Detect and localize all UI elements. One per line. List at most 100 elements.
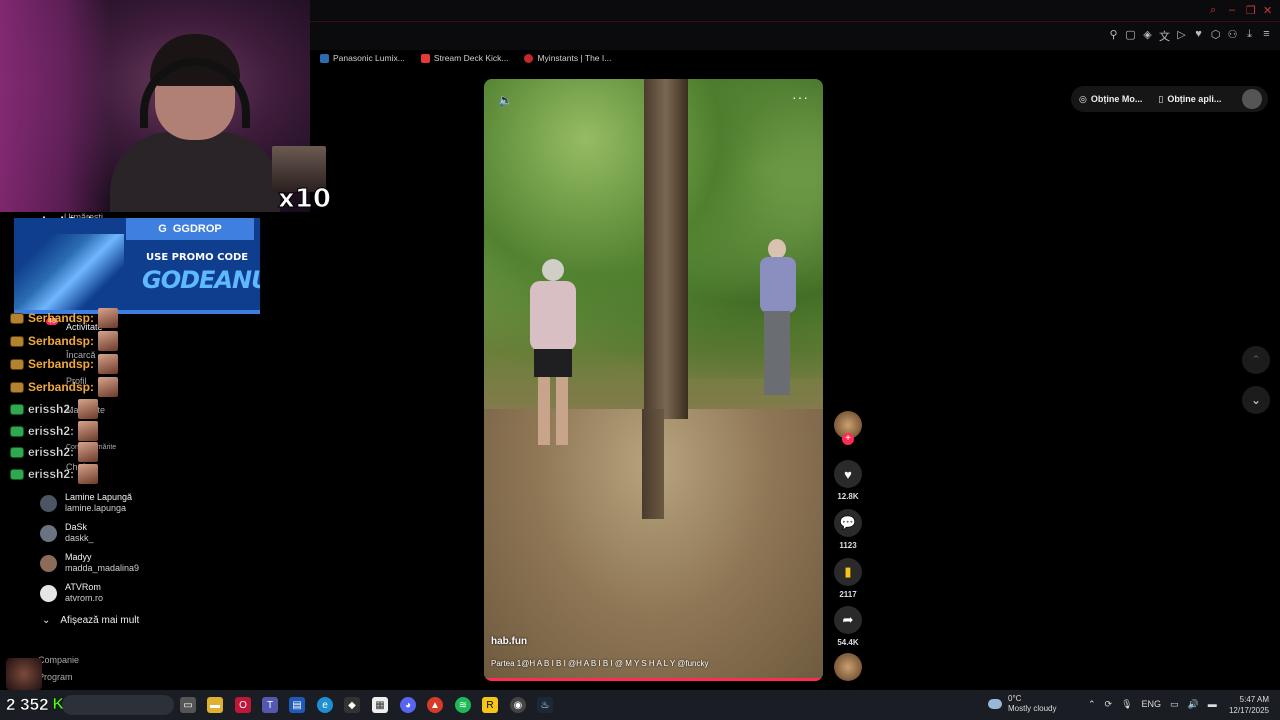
steam-icon[interactable]: ♨ xyxy=(537,697,553,713)
music-disc-button[interactable] xyxy=(832,653,864,681)
youtube-icon xyxy=(420,53,430,63)
following-item[interactable]: DaSk daskk_ xyxy=(40,522,94,544)
task-view-icon[interactable]: ▭ xyxy=(180,697,196,713)
next-video-button[interactable]: ⌄ xyxy=(1242,386,1270,414)
mic-icon[interactable]: 🎙 xyxy=(1121,699,1132,710)
volume-icon[interactable]: 🔈 xyxy=(498,93,513,107)
weather-temp: 0°C xyxy=(1008,694,1022,703)
chat-message: erissh2: xyxy=(10,421,99,441)
following-name: ATVRom xyxy=(65,582,101,592)
following-name: Madyy xyxy=(65,552,92,562)
like-count: 12.8K xyxy=(837,492,859,501)
system-clock[interactable]: 5:47 AM 12/17/2025 xyxy=(1225,694,1269,716)
share-button[interactable]: ➦ 54.4K xyxy=(832,606,864,647)
bookmark-stream-deck[interactable]: Stream Deck Kick... xyxy=(420,50,508,66)
volume-icon[interactable]: 🔊 xyxy=(1188,699,1199,710)
chevron-down-icon: ⌄ xyxy=(1250,393,1262,407)
following-item[interactable]: ATVRom atvrom.ro xyxy=(40,582,103,604)
teams-icon[interactable]: T xyxy=(262,697,278,713)
minimize-icon[interactable]: – xyxy=(1229,4,1235,16)
subscriber-badge-icon xyxy=(10,381,24,393)
footer-company[interactable]: Companie xyxy=(38,655,79,665)
get-app-button[interactable]: ▯ Obține apli... xyxy=(1150,94,1229,105)
search-icon[interactable]: ⌕ xyxy=(1210,4,1216,17)
brave-icon[interactable]: ▲ xyxy=(427,697,443,713)
creator-avatar-button[interactable]: + xyxy=(832,411,864,445)
display-icon[interactable]: ▭ xyxy=(1170,699,1179,710)
chat-username: erissh2: xyxy=(28,402,75,416)
following-item[interactable]: Madyy madda_madalina9 xyxy=(40,552,139,574)
music-disc-icon xyxy=(834,653,862,681)
shield-icon[interactable]: ◈ xyxy=(1142,28,1153,44)
clock-date: 12/17/2025 xyxy=(1228,706,1269,715)
download-icon[interactable]: ⤓ xyxy=(1244,28,1255,44)
like-button[interactable]: ♥ 12.8K xyxy=(832,460,864,501)
chevron-up-icon[interactable]: ⌃ xyxy=(1088,699,1096,710)
video-progress-track[interactable] xyxy=(484,678,823,681)
emote-icon xyxy=(98,308,119,328)
battery-icon[interactable]: ▬ xyxy=(1208,699,1217,710)
profile-avatar[interactable] xyxy=(1242,89,1262,109)
show-more-button[interactable]: ⌄ Afișează mai mult xyxy=(42,615,139,626)
get-mode-button[interactable]: ◎ Obține Mo... xyxy=(1071,94,1150,105)
person-shirt xyxy=(760,257,796,313)
chat-message: Serbandsp: xyxy=(10,308,119,328)
comment-button[interactable]: 💬 1123 xyxy=(832,509,864,550)
spotify-icon[interactable]: ≋ xyxy=(455,697,471,713)
subscriber-badge-icon xyxy=(10,358,24,370)
bookmark-panasonic[interactable]: Panasonic Lumix... xyxy=(320,50,405,66)
gift-count: x10 xyxy=(278,184,332,215)
outlook-icon[interactable]: ▤ xyxy=(289,697,305,713)
subscriber-badge-icon xyxy=(10,425,24,437)
avatar xyxy=(40,554,57,572)
chat-message: erissh2: xyxy=(10,442,99,462)
language-indicator[interactable]: ENG xyxy=(1142,699,1162,710)
bookmark-myinstants[interactable]: Myinstants | The I... xyxy=(524,50,611,66)
emote-icon xyxy=(78,442,99,462)
following-item[interactable]: Lamine Lapungă lamine.lapunga xyxy=(40,492,132,514)
follow-plus-icon[interactable]: + xyxy=(842,433,854,445)
weather-widget[interactable]: 0°C Mostly cloudy xyxy=(988,694,1056,714)
taskbar-search[interactable] xyxy=(62,695,174,715)
discord-icon[interactable]: ◕ xyxy=(400,697,416,713)
obs-icon[interactable]: ◉ xyxy=(510,697,526,713)
menu-icon[interactable]: ≡ xyxy=(1261,28,1272,44)
cube-icon[interactable]: ◆ xyxy=(344,697,360,713)
top-right-actions: ◎ Obține Mo... ▯ Obține apli... xyxy=(1071,86,1268,112)
sync-icon[interactable]: ⟳ xyxy=(1105,699,1113,710)
comment-icon: 💬 xyxy=(834,509,862,537)
person-left xyxy=(524,259,584,449)
phone-icon: ▯ xyxy=(1158,93,1164,104)
save-button[interactable]: ▮ 2117 xyxy=(832,558,864,599)
previous-video-button[interactable]: ⌃ xyxy=(1242,346,1270,374)
promo-brand: G GGDROP xyxy=(126,218,254,240)
comment-count: 1123 xyxy=(839,541,857,550)
tree-trunk xyxy=(644,79,688,419)
footer-program[interactable]: Program xyxy=(38,672,73,682)
play-icon[interactable]: ▷ xyxy=(1176,28,1187,44)
person-legs xyxy=(538,377,568,445)
subscriber-badge-icon xyxy=(10,468,24,480)
video-author[interactable]: hab.fun xyxy=(491,636,527,647)
account-icon[interactable]: ⚇ xyxy=(1227,28,1238,44)
get-mode-label: Obține Mo... xyxy=(1090,94,1143,104)
save-count: 2117 xyxy=(839,590,857,599)
more-options-icon[interactable]: ··· xyxy=(792,89,809,105)
bookmarks-bar: Panasonic Lumix... Stream Deck Kick... M… xyxy=(320,50,611,66)
extensions-icon[interactable]: ⬡ xyxy=(1210,28,1221,44)
edge-icon[interactable]: e xyxy=(317,697,333,713)
store-icon[interactable]: ▦ xyxy=(372,697,388,713)
heart-icon[interactable]: ♥ xyxy=(1193,28,1204,44)
close-icon[interactable]: ✕ xyxy=(1263,4,1272,17)
pin-icon[interactable]: ⚲ xyxy=(1108,28,1119,44)
screenshot-icon[interactable]: ▢ xyxy=(1125,28,1136,44)
chevron-up-icon: ⌃ xyxy=(1250,353,1262,367)
file-explorer-icon[interactable]: ▬ xyxy=(207,697,223,713)
restore-icon[interactable]: ❐ xyxy=(1246,4,1256,17)
rockstar-icon[interactable]: R xyxy=(482,697,498,713)
promo-brand-label: GGDROP xyxy=(172,223,222,235)
following-handle: madda_madalina9 xyxy=(65,563,140,573)
translate-icon[interactable]: 文 xyxy=(1159,28,1170,44)
video-player[interactable]: 🔈 ··· hab.fun Partea 1@H A B I B I @H A … xyxy=(484,79,823,681)
opera-gx-icon[interactable]: O xyxy=(235,697,251,713)
